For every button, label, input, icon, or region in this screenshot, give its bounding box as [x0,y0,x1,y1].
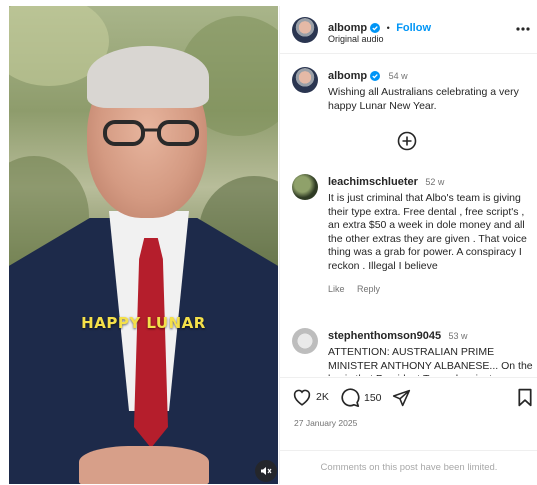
verified-badge-icon [370,23,381,33]
post-details-panel: albomp • Follow Original audio albomp 54… [279,6,537,484]
comment-username[interactable]: leachimschlueter [328,176,418,188]
comment-text: It is just criminal that Albo's team is … [328,192,527,272]
original-audio-link[interactable]: Original audio [328,34,384,44]
post-actions: 2K 150 27 January 2025 [280,377,537,449]
caption-username[interactable]: albomp [328,70,367,82]
avatar[interactable] [292,17,318,43]
heart-icon[interactable] [292,388,312,406]
follow-button[interactable]: Follow [396,22,431,34]
speaker-hands [79,446,209,484]
speaker-hair [87,46,209,108]
comments-count[interactable]: 150 [364,392,382,404]
comment-time[interactable]: 53 w [449,331,468,341]
caption-time[interactable]: 54 w [389,71,408,81]
share-send-icon[interactable] [392,389,411,407]
separator-dot: • [386,23,390,33]
comment-time[interactable]: 52 w [425,177,444,187]
comment-bubble-icon[interactable] [340,388,360,407]
comments-limited-notice: Comments on this post have been limited. [280,450,537,484]
like-comment-link[interactable]: Like [328,284,345,294]
caption-body: albomp 54 w Wishing all Australians cele… [328,66,534,113]
likes-count[interactable]: 2K [316,391,329,403]
video-caption-overlay: HAPPY LUNAR [81,314,206,332]
red-tie [134,238,168,448]
caption-text: Wishing all Australians celebrating a ve… [328,86,519,112]
comment-username[interactable]: stephenthomson9045 [328,330,441,342]
post-date[interactable]: 27 January 2025 [294,418,357,428]
more-horizontal-icon[interactable] [516,27,530,31]
comments-list[interactable]: leachimschlueter 52 w It is just crimina… [280,166,537,376]
bookmark-icon[interactable] [518,388,532,407]
verified-badge-icon [370,71,381,81]
like-action[interactable]: 2K [292,388,329,406]
muted-speaker-icon [261,467,272,475]
avatar[interactable] [292,67,318,93]
glasses [103,120,199,146]
comment-text: ATTENTION: AUSTRALIAN PRIME MINISTER ANT… [328,346,533,376]
reply-link[interactable]: Reply [357,284,380,294]
header-username[interactable]: albomp [328,22,367,34]
comment-action[interactable]: 150 [340,388,382,407]
mute-button[interactable] [255,460,277,482]
avatar[interactable] [292,174,318,200]
reel-video[interactable]: HAPPY LUNAR [9,6,278,484]
comment-body: stephenthomson9045 53 w ATTENTION: AUSTR… [328,326,534,376]
post-header: albomp • Follow Original audio [280,6,537,54]
comment-body: leachimschlueter 52 w It is just crimina… [328,172,534,297]
add-circle-icon[interactable] [397,131,417,151]
avatar[interactable] [292,328,318,354]
